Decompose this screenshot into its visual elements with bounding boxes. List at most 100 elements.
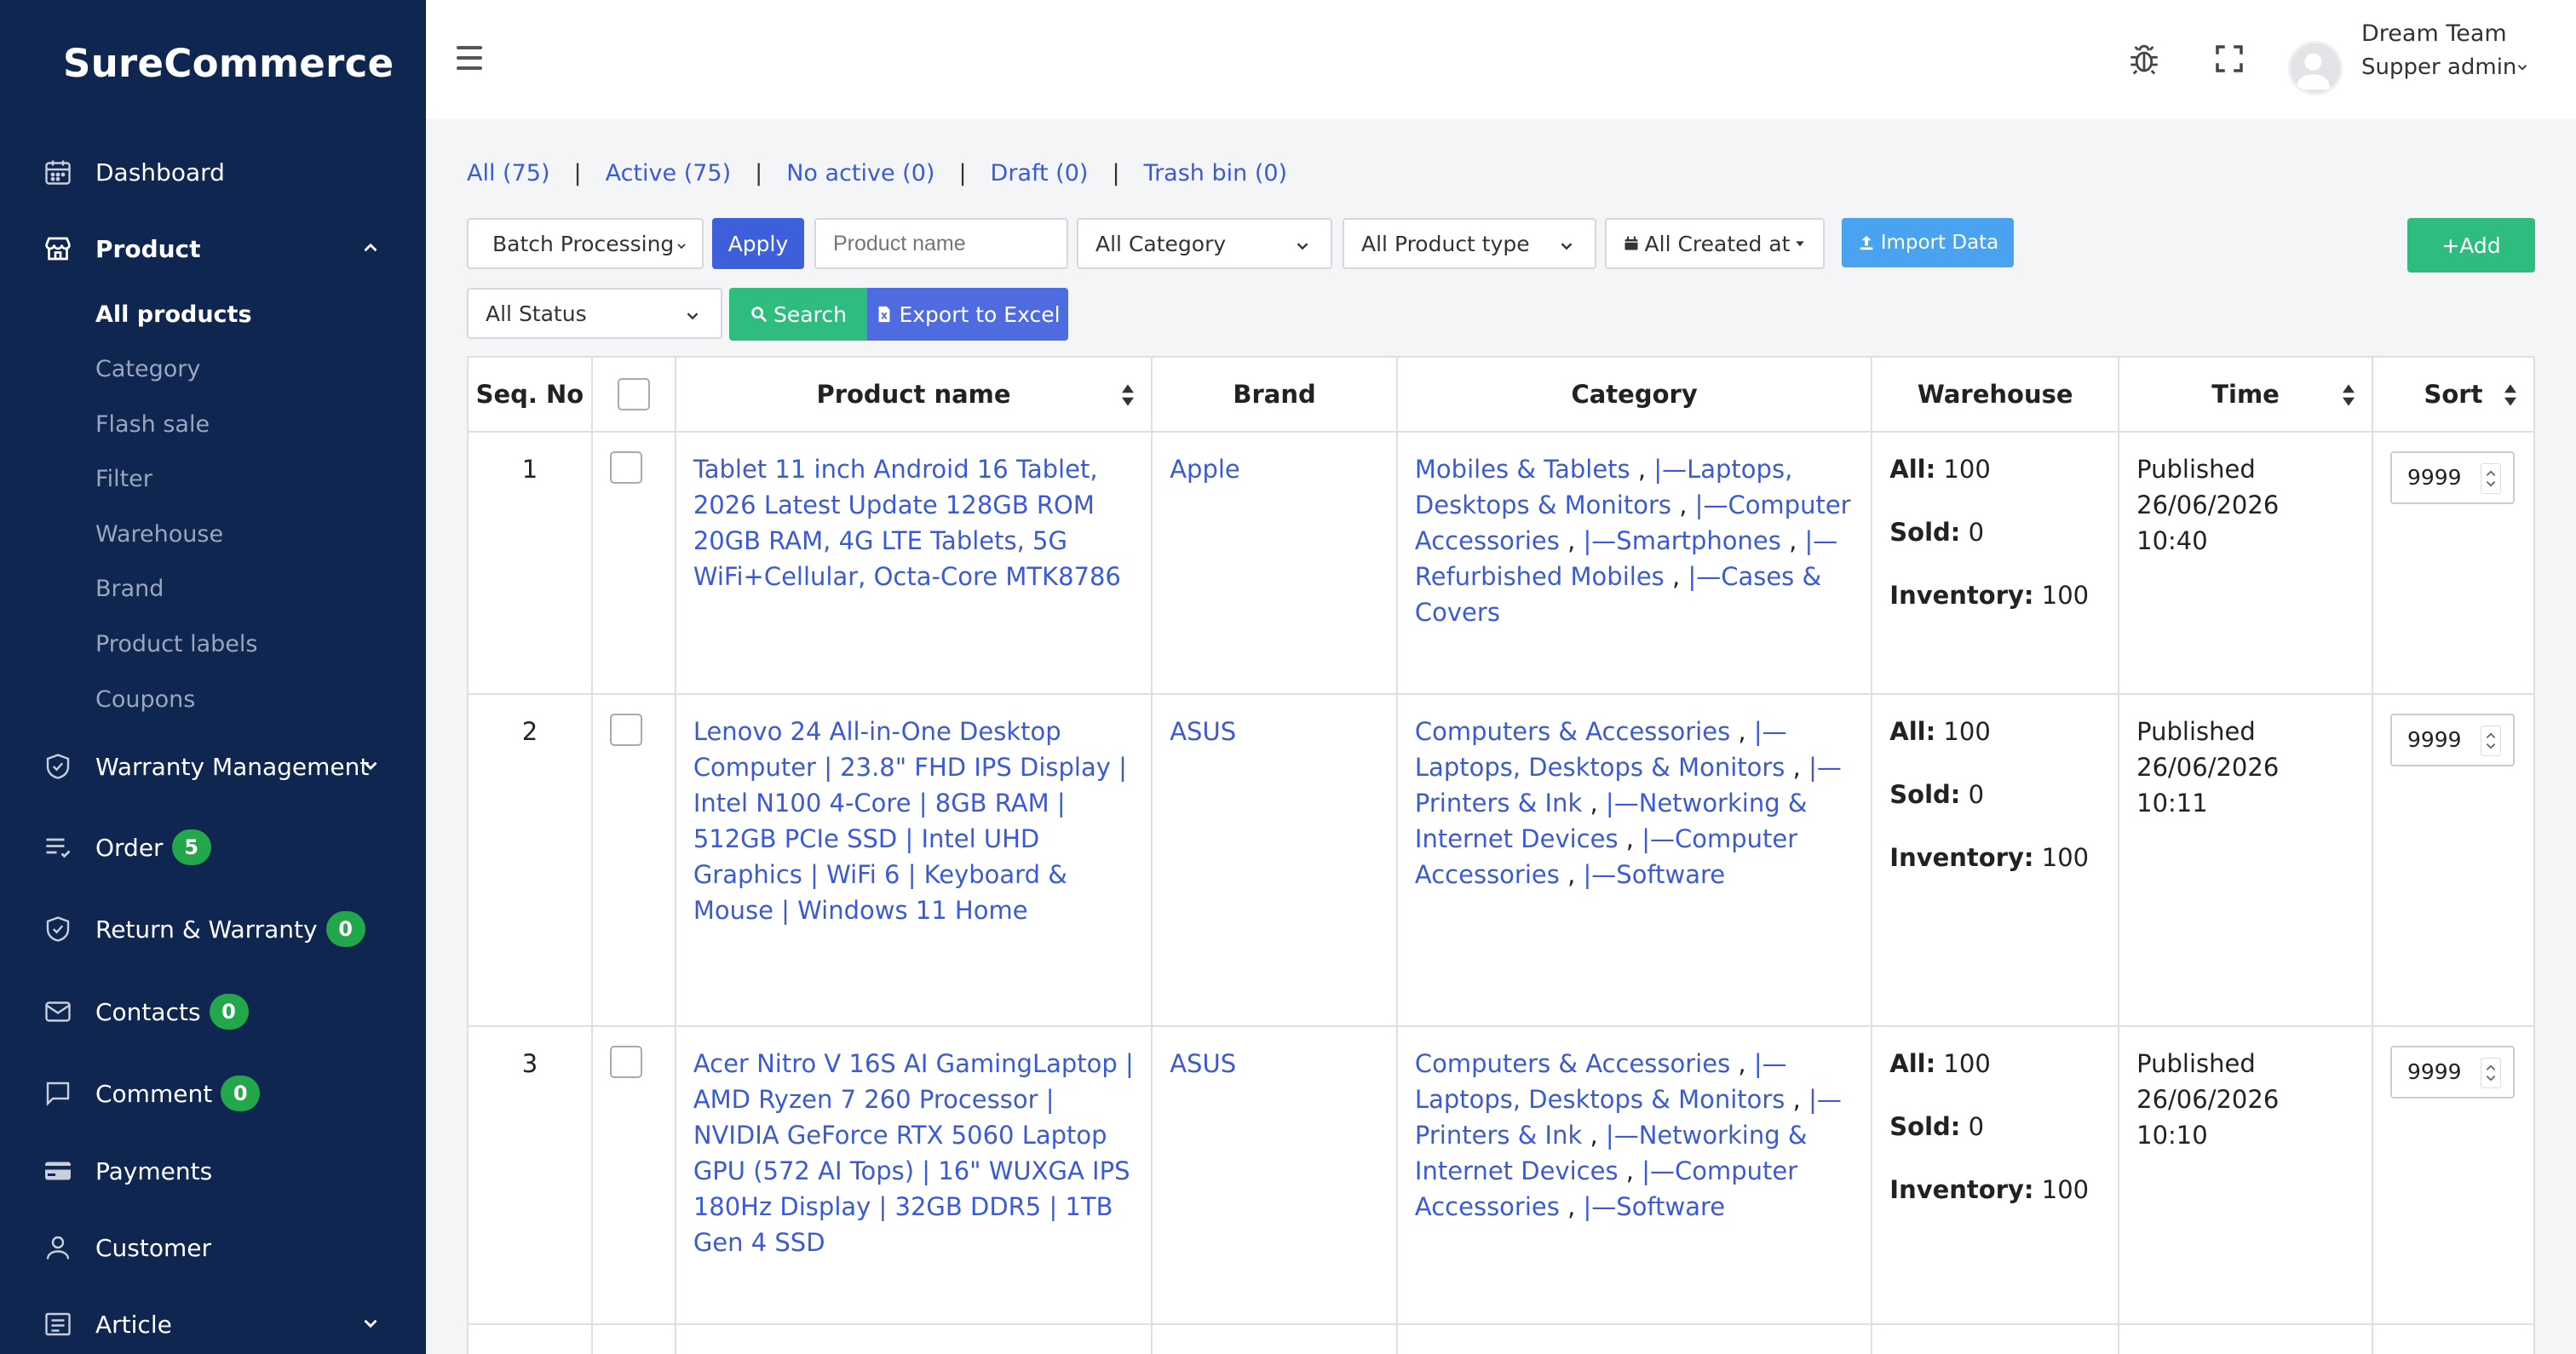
row-checkbox[interactable] bbox=[609, 451, 642, 484]
tab-all[interactable]: All (75) bbox=[467, 160, 549, 186]
sidebar-item-comment[interactable]: Comment 0 bbox=[0, 1068, 426, 1119]
sidebar-subitem-category[interactable]: Category bbox=[95, 356, 200, 382]
chevron-down-icon[interactable] bbox=[2515, 60, 2530, 75]
spinner-icon[interactable] bbox=[2480, 463, 2501, 494]
sort-value: 9999 bbox=[2406, 465, 2462, 490]
brand-link[interactable]: ASUS bbox=[1151, 1025, 1398, 1325]
sidebar-item-label: Return & Warranty bbox=[95, 915, 318, 944]
category-link[interactable]: Computers & Accessories bbox=[1415, 717, 1730, 746]
sidebar-item-warranty-management[interactable]: Warranty Management bbox=[0, 741, 426, 792]
all-value: 100 bbox=[1943, 1049, 1991, 1078]
tab-separator: | bbox=[958, 160, 967, 186]
product-name-input[interactable] bbox=[814, 218, 1068, 269]
export-excel-button[interactable]: Export to Excel bbox=[867, 288, 1068, 341]
select-cell bbox=[590, 1323, 676, 1354]
column-header-sort[interactable]: Sort bbox=[2371, 356, 2536, 433]
sidebar-item-product[interactable]: Product bbox=[0, 223, 426, 274]
sidebar-item-label: Product bbox=[95, 234, 201, 263]
sidebar-item-order[interactable]: Order 5 bbox=[0, 822, 426, 873]
sidebar-item-dashboard[interactable]: Dashboard bbox=[0, 146, 426, 198]
spinner-icon[interactable] bbox=[2480, 726, 2501, 756]
search-button[interactable]: Search bbox=[729, 288, 867, 341]
sidebar-subitem-product-labels[interactable]: Product labels bbox=[95, 631, 257, 657]
created-at-filter[interactable]: All Created at bbox=[1605, 218, 1825, 269]
column-header-time[interactable]: Time bbox=[2118, 356, 2373, 433]
category-link[interactable]: |—Software bbox=[1584, 1192, 1726, 1221]
tab-no-active[interactable]: No active (0) bbox=[786, 160, 934, 186]
sort-icon[interactable] bbox=[2503, 383, 2518, 407]
user-role[interactable]: Supper admin bbox=[2361, 55, 2516, 80]
all-label: All: bbox=[1889, 717, 1936, 746]
comment-icon bbox=[43, 1078, 73, 1109]
sort-icon[interactable] bbox=[1120, 383, 1136, 407]
warehouse-cell: All: 100 Sold: 0 Inventory: 100 bbox=[1871, 431, 2120, 695]
category-link[interactable]: |—Software bbox=[1584, 860, 1726, 889]
category-link[interactable]: |—Smartphones bbox=[1584, 526, 1781, 555]
batch-processing-select[interactable]: Batch Processing bbox=[467, 218, 704, 269]
sidebar-subitem-all-products[interactable]: All products bbox=[95, 301, 252, 328]
sidebar-subitem-flash-sale[interactable]: Flash sale bbox=[95, 411, 210, 438]
sidebar-item-customer[interactable]: Customer bbox=[0, 1222, 426, 1273]
table-header-row: Seq. No Product name Brand Category Ware… bbox=[467, 356, 2536, 433]
calendar-icon bbox=[43, 157, 73, 187]
shield-check-icon bbox=[43, 751, 73, 782]
sort-number-input[interactable]: 9999 bbox=[2389, 1046, 2515, 1099]
avatar[interactable] bbox=[2288, 41, 2343, 95]
tab-draft[interactable]: Draft (0) bbox=[991, 160, 1089, 186]
import-data-button[interactable]: Import Data bbox=[1842, 218, 2014, 267]
import-data-label: Import Data bbox=[1880, 232, 1999, 254]
column-header-product-name[interactable]: Product name bbox=[674, 356, 1153, 433]
main-content: All (75) | Active (75) | No active (0) |… bbox=[426, 119, 2576, 1354]
sort-icon[interactable] bbox=[2341, 383, 2356, 407]
product-type-select-value: All Product type bbox=[1361, 231, 1530, 256]
sidebar-subitem-filter[interactable]: Filter bbox=[95, 466, 152, 492]
inventory-label: Inventory: bbox=[1889, 843, 2034, 872]
category-link[interactable]: Computers & Accessories bbox=[1415, 1049, 1730, 1078]
sort-number-input[interactable]: 9999 bbox=[2389, 714, 2515, 766]
sidebar-item-article[interactable]: Article bbox=[0, 1299, 426, 1350]
bug-icon[interactable] bbox=[2126, 41, 2162, 77]
tab-trash-bin[interactable]: Trash bin (0) bbox=[1144, 160, 1288, 186]
column-header-label: Time bbox=[2211, 380, 2280, 409]
category-select[interactable]: All Category bbox=[1077, 218, 1332, 269]
select-all-checkbox[interactable] bbox=[617, 378, 650, 410]
column-header-seq: Seq. No bbox=[467, 356, 593, 433]
warehouse-cell bbox=[1871, 1323, 2120, 1354]
product-name-link[interactable]: Tablet 11 inch Android 16 Tablet, 2026 L… bbox=[674, 431, 1153, 695]
fullscreen-icon[interactable] bbox=[2211, 41, 2247, 77]
time-cell: Published 26/06/2026 10:40 bbox=[2118, 431, 2373, 695]
apply-button[interactable]: Apply bbox=[712, 218, 804, 269]
sort-number-input[interactable]: 9999 bbox=[2389, 451, 2515, 504]
spinner-icon[interactable] bbox=[2480, 1058, 2501, 1088]
product-type-select[interactable]: All Product type bbox=[1343, 218, 1596, 269]
menu-toggle-icon[interactable] bbox=[457, 46, 482, 70]
credit-card-icon bbox=[43, 1156, 73, 1186]
seq-cell: 2 bbox=[467, 693, 593, 1027]
chevron-up-icon bbox=[364, 243, 377, 252]
sidebar-item-contacts[interactable]: Contacts 0 bbox=[0, 986, 426, 1037]
sidebar-item-return-warranty[interactable]: Return & Warranty 0 bbox=[0, 904, 426, 955]
brand-logo[interactable]: SureCommerce bbox=[63, 41, 394, 86]
row-checkbox[interactable] bbox=[609, 1046, 642, 1078]
sidebar-item-payments[interactable]: Payments bbox=[0, 1145, 426, 1196]
status-select[interactable]: All Status bbox=[467, 288, 722, 339]
sidebar-subitem-brand[interactable]: Brand bbox=[95, 576, 164, 602]
sidebar-item-label: Payments bbox=[95, 1156, 213, 1185]
brand-link[interactable]: ASUS bbox=[1151, 693, 1398, 1027]
product-name-link[interactable]: Lenovo 24 All-in-One Desktop Computer | … bbox=[674, 693, 1153, 1027]
sidebar-subitem-coupons[interactable]: Coupons bbox=[95, 686, 195, 713]
sidebar-subitem-warehouse[interactable]: Warehouse bbox=[95, 521, 223, 548]
row-checkbox[interactable] bbox=[609, 714, 642, 746]
add-product-button[interactable]: +Add bbox=[2407, 218, 2535, 273]
table-row: 2 Lenovo 24 All-in-One Desktop Computer … bbox=[467, 693, 2536, 1027]
sold-value: 0 bbox=[1968, 780, 1985, 809]
user-name[interactable]: Dream Team bbox=[2361, 20, 2507, 47]
brand-link[interactable]: Apple bbox=[1151, 431, 1398, 695]
sold-label: Sold: bbox=[1889, 518, 1961, 547]
inventory-value: 100 bbox=[2041, 843, 2090, 872]
tab-active[interactable]: Active (75) bbox=[606, 160, 732, 186]
product-name-link[interactable]: Acer Nitro V 16S AI GamingLaptop | AMD R… bbox=[674, 1025, 1153, 1325]
category-link[interactable]: Mobiles & Tablets bbox=[1415, 455, 1630, 484]
publish-time: 26/06/2026 10:11 bbox=[2136, 753, 2280, 818]
chevron-down-icon bbox=[1297, 243, 1308, 250]
